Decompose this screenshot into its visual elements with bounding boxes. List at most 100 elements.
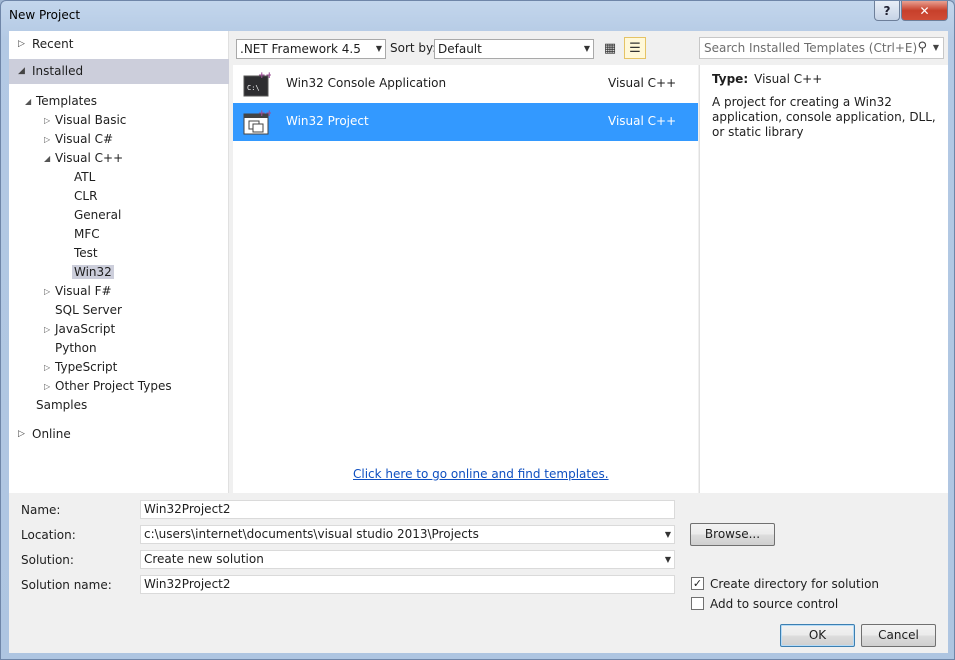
chevron-down-icon: ▼	[664, 555, 671, 564]
tree-item[interactable]: SQL Server	[55, 301, 122, 320]
expand-arrow-icon: ▷	[18, 429, 25, 439]
browse-button[interactable]: Browse...	[690, 523, 775, 546]
template-info-panel: Type: Visual C++ A project for creating a…	[699, 65, 948, 493]
tree-item[interactable]: ATL	[74, 168, 95, 187]
template-type: Type: Visual C++	[712, 72, 822, 86]
tree-item-label: JavaScript	[55, 322, 116, 336]
tree-item[interactable]: ▷ Visual Basic	[44, 111, 127, 130]
template-name: Win32 Console Application	[286, 76, 447, 90]
tree-item[interactable]: ▷ JavaScript	[44, 320, 116, 339]
expand-arrow-icon[interactable]: ▷	[44, 320, 50, 339]
expand-arrow-icon[interactable]: ▷	[44, 111, 50, 130]
tree-item[interactable]: ▷ Visual C#	[44, 130, 113, 149]
checkbox-checked-icon[interactable]: ✓	[691, 577, 704, 590]
solution-name-input[interactable]: Win32Project2	[140, 575, 675, 594]
svg-text:C:\: C:\	[247, 84, 260, 92]
chevron-down-icon[interactable]: ▼	[933, 38, 939, 58]
expand-arrow-icon[interactable]: ▷	[44, 377, 50, 396]
type-label: Type:	[712, 72, 749, 86]
expand-arrow-icon[interactable]: ▷	[44, 130, 50, 149]
tree-item-label: Test	[74, 246, 98, 260]
template-list: C:\ ++ Win32 Console Application Visual C++…	[233, 65, 698, 493]
tree-item[interactable]: Test	[74, 244, 98, 263]
tree-item-label: SQL Server	[55, 303, 122, 317]
solution-dropdown[interactable]: Create new solution ▼	[140, 550, 675, 569]
framework-dropdown[interactable]: .NET Framework 4.5 ▼	[236, 39, 386, 59]
tree-item-label: Other Project Types	[55, 379, 172, 393]
search-placeholder: Search Installed Templates (Ctrl+E)	[704, 41, 918, 55]
tree-item-label: MFC	[74, 227, 100, 241]
dialog-body: ▷ Recent ◢ Installed ◢ Templates ▷ Visual…	[9, 31, 948, 653]
online-templates-link[interactable]: Click here to go online and find templat…	[353, 467, 609, 481]
search-templates-input[interactable]: Search Installed Templates (Ctrl+E) ⚲ ▼	[699, 37, 944, 59]
expand-arrow-icon[interactable]: ▷	[44, 282, 50, 301]
tree-item[interactable]: Python	[55, 339, 97, 358]
win32-project-icon: ++	[243, 108, 273, 136]
source-control-label: Add to source control	[710, 597, 839, 611]
tree-item[interactable]: MFC	[74, 225, 100, 244]
tree-item-label: Templates	[36, 94, 98, 108]
grid-icon: ▦	[603, 40, 617, 56]
location-combo[interactable]: c:\users\internet\documents\visual studi…	[140, 525, 675, 544]
title-bar: New Project ? ✕	[1, 1, 954, 29]
new-project-dialog: New Project ? ✕ ▷ Recent ◢ Installed ◢ T…	[0, 0, 955, 660]
recent-section[interactable]: ▷ Recent	[9, 35, 229, 54]
sort-by-label: Sort by:	[390, 41, 437, 55]
online-section[interactable]: ▷ Online	[9, 425, 229, 444]
search-icon[interactable]: ⚲	[917, 38, 927, 58]
tree-item[interactable]: ▷ Other Project Types	[44, 377, 172, 396]
help-button[interactable]: ?	[874, 1, 900, 21]
tree-item-templates[interactable]: ◢ Templates	[25, 92, 98, 111]
close-button[interactable]: ✕	[901, 1, 948, 21]
window-title: New Project	[9, 8, 81, 22]
template-row[interactable]: C:\ ++ Win32 Console Application Visual C++	[233, 65, 698, 103]
solution-label: Solution:	[21, 553, 74, 567]
ok-button[interactable]: OK	[780, 624, 855, 647]
solution-name-label: Solution name:	[21, 578, 112, 592]
tree-item[interactable]: Win32	[72, 263, 114, 282]
chevron-down-icon: ▼	[375, 44, 382, 53]
location-label: Location:	[21, 528, 76, 542]
online-label: Online	[32, 427, 71, 441]
installed-section[interactable]: ◢ Installed	[9, 59, 229, 84]
list-view-button[interactable]: ☰	[624, 37, 646, 59]
source-control-checkbox[interactable]: Add to source control	[691, 596, 838, 612]
tree-item[interactable]: ◢ Visual C++	[44, 149, 124, 168]
installed-label: Installed	[32, 64, 84, 78]
list-icon: ☰	[629, 40, 641, 56]
tree-item-label: Samples	[36, 398, 88, 412]
tree-item[interactable]: ▷ TypeScript	[44, 358, 117, 377]
project-name-input[interactable]: Win32Project2	[140, 500, 675, 519]
tree-item-label: CLR	[74, 189, 98, 203]
template-row[interactable]: ++ Win32 Project Visual C++	[233, 103, 698, 141]
small-icons-view-button[interactable]: ▦	[599, 37, 621, 59]
create-directory-label: Create directory for solution	[710, 577, 880, 591]
expand-arrow-icon[interactable]: ▷	[44, 358, 50, 377]
tree-item[interactable]: CLR	[74, 187, 97, 206]
create-directory-checkbox[interactable]: ✓ Create directory for solution	[691, 576, 879, 592]
svg-text:++: ++	[258, 109, 271, 119]
collapse-arrow-icon: ◢	[18, 66, 25, 76]
tree-item[interactable]: General	[74, 206, 121, 225]
tree-item-label: Visual Basic	[55, 113, 127, 127]
sort-value: Default	[438, 42, 482, 56]
cancel-button[interactable]: Cancel	[861, 624, 936, 647]
tree-item-samples[interactable]: Samples	[36, 396, 87, 415]
tree-item-label: Visual C++	[55, 151, 124, 165]
template-name: Win32 Project	[286, 114, 369, 128]
tree-item-label: Python	[55, 341, 97, 355]
tree-item-label: General	[74, 208, 122, 222]
template-language: Visual C++	[608, 114, 677, 128]
collapse-arrow-icon[interactable]: ◢	[44, 149, 50, 168]
tree-item-label: ATL	[74, 170, 96, 184]
checkbox-unchecked-icon[interactable]	[691, 597, 704, 610]
sort-by-dropdown[interactable]: Default ▼	[434, 39, 594, 59]
location-value: c:\users\internet\documents\visual studi…	[144, 527, 479, 541]
console-app-icon: C:\ ++	[243, 70, 273, 98]
template-language: Visual C++	[608, 76, 677, 90]
collapse-arrow-icon: ◢	[25, 97, 32, 106]
template-description: A project for creating a Win32 applicati…	[712, 95, 936, 139]
category-panel: ▷ Recent ◢ Installed ◢ Templates ▷ Visual…	[9, 31, 229, 493]
type-value: Visual C++	[754, 72, 823, 86]
tree-item[interactable]: ▷ Visual F#	[44, 282, 112, 301]
